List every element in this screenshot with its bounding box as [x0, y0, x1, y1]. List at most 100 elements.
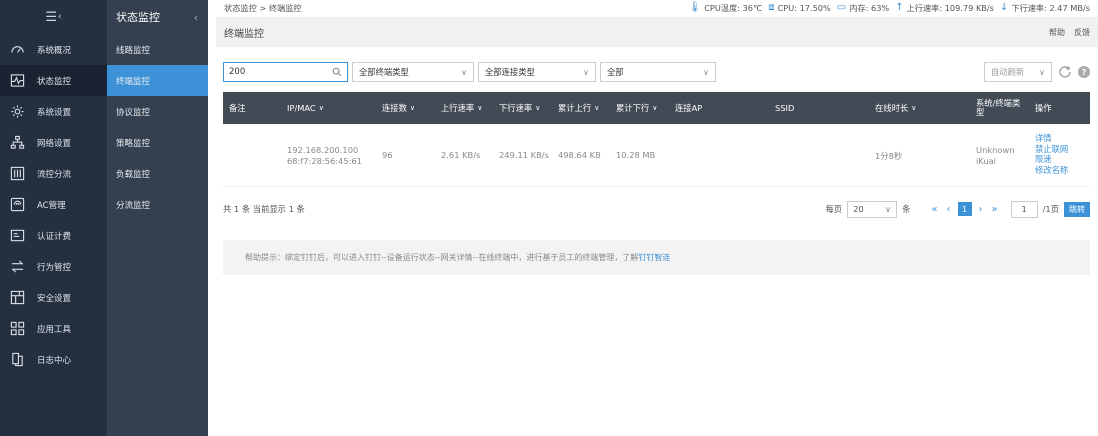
dashboard-icon	[9, 42, 25, 58]
sidebar-item-log-center[interactable]: 日志中心	[0, 344, 107, 375]
subnav-item-protocol-monitor[interactable]: 协议监控	[107, 96, 208, 127]
details-link[interactable]: 详情	[1035, 133, 1068, 144]
chevron-down-icon: ∨	[1039, 67, 1045, 77]
help-icon[interactable]: ?	[1078, 66, 1090, 78]
monitor-icon	[9, 73, 25, 89]
dingtalk-link[interactable]: 钉钉智连	[638, 252, 670, 263]
sidebar-item-label: AC管理	[37, 200, 66, 211]
sidebar-item-overview[interactable]: 系统概况	[0, 34, 107, 65]
log-icon	[9, 352, 25, 368]
sidebar-item-label: 系统设置	[37, 107, 72, 118]
next-page-icon[interactable]: ›	[977, 204, 985, 215]
gear-icon	[9, 104, 25, 120]
search-value: 200	[229, 67, 246, 77]
header-down[interactable]: 下行速率 ∨	[499, 92, 540, 124]
cell-total-up: 498.64 KB	[558, 150, 601, 160]
memory-icon: ▭	[836, 1, 847, 13]
current-page[interactable]: 1	[957, 202, 972, 216]
cell-ipmac: 192.168.200.100 68:f7:28:56:45:61	[287, 145, 362, 166]
goto-button[interactable]: 跳转	[1064, 201, 1090, 217]
cell-down: 249.11 KB/s	[499, 150, 549, 160]
chevron-down-icon: ∨	[884, 204, 892, 214]
search-icon[interactable]	[332, 67, 342, 77]
header-total-down[interactable]: 累计下行 ∨	[616, 92, 657, 124]
sidebar-item-label: 应用工具	[37, 324, 72, 335]
sidebar-item-label: 日志中心	[37, 355, 72, 366]
chevron-down-icon: ∨	[409, 104, 416, 112]
sidebar-item-system-settings[interactable]: 系统设置	[0, 96, 107, 127]
sidebar-item-label: 网络设置	[37, 138, 72, 149]
sidebar-item-app-tools[interactable]: 应用工具	[0, 313, 107, 344]
chevron-down-icon: ∨	[477, 104, 483, 112]
subnav-item-load-monitor[interactable]: 负载监控	[107, 158, 208, 189]
page-title: 终端监控	[224, 28, 264, 40]
rate-limit-link[interactable]: 限速	[1035, 154, 1068, 165]
header-ops: 操作	[1035, 103, 1052, 113]
subnav-item-policy-monitor[interactable]: 策略监控	[107, 127, 208, 158]
arrow-up-icon: ↑	[895, 1, 904, 13]
sidebar-item-behavior-control[interactable]: 行为管控	[0, 251, 107, 282]
connection-type-select[interactable]: 全部连接类型 ∨	[478, 62, 596, 82]
rename-link[interactable]: 修改名称	[1035, 165, 1068, 176]
sub-sidebar-header: 状态监控 ‹	[107, 0, 208, 34]
pagination-summary: 共 1 条 当前显示 1 条	[223, 204, 305, 214]
chevron-down-icon: ∨	[583, 67, 589, 77]
header-online[interactable]: 在线时长 ∨	[875, 92, 916, 124]
chevron-down-icon: ∨	[652, 104, 658, 112]
per-page-label: 每页	[825, 204, 843, 214]
behavior-icon	[9, 259, 25, 275]
header-conns[interactable]: 连接数 ∨	[382, 92, 415, 124]
last-page-icon[interactable]: »	[990, 204, 1000, 215]
feedback-link[interactable]: 反馈	[1074, 27, 1090, 38]
auto-refresh-select[interactable]: 自动刷新 ∨	[984, 62, 1052, 82]
sub-sidebar-title: 状态监控	[116, 11, 160, 24]
header-ipmac[interactable]: IP/MAC ∨	[287, 92, 324, 124]
mac-address: 68:f7:28:56:45:61	[287, 155, 362, 166]
sidebar-item-label: 系统概况	[37, 45, 72, 56]
cell-os: Unknown iKuai	[976, 145, 1015, 166]
per-page-value: 20	[853, 204, 864, 214]
cell-conns: 96	[382, 150, 393, 160]
header-up[interactable]: 上行速率 ∨	[441, 92, 482, 124]
terminal-table: 备注 IP/MAC ∨ 连接数 ∨ 上行速率 ∨ 下行速率 ∨ 累计上行 ∨ 累计下行 ∨ …	[223, 92, 1090, 187]
chevron-down-icon: ∨	[318, 104, 324, 112]
sidebar-item-label: 状态监控	[37, 76, 72, 87]
first-page-icon[interactable]: «	[929, 204, 939, 215]
subnav-item-terminal-monitor[interactable]: 终端监控	[107, 65, 208, 96]
network-icon	[9, 135, 25, 151]
header-remark: 备注	[229, 103, 246, 113]
subnav-item-line-monitor[interactable]: 线路监控	[107, 34, 208, 65]
sidebar-item-network-settings[interactable]: 网络设置	[0, 127, 107, 158]
sidebar-item-status-monitor[interactable]: 状态监控	[0, 65, 107, 96]
subnav-item-split-monitor[interactable]: 分流监控	[107, 189, 208, 220]
sidebar-item-ac-management[interactable]: AC管理	[0, 189, 107, 220]
total-pages: /1页	[1042, 204, 1059, 214]
arrow-down-icon: ↓	[999, 1, 1009, 13]
sidebar-item-auth-billing[interactable]: 认证计费	[0, 220, 107, 251]
chevron-down-icon: ∨	[461, 67, 467, 77]
chevron-down-icon: ∨	[594, 104, 600, 112]
cpu-usage: CPU: 17.50%	[777, 2, 831, 13]
breadcrumb: 状态监控 > 终端监控	[224, 2, 302, 13]
scope-select[interactable]: 全部 ∨	[600, 62, 716, 82]
help-tip-text: 帮助提示：绑定钉钉后，可以进入钉钉--设备运行状态--网关详情--在线终端中，进…	[245, 253, 639, 262]
terminal-type-select[interactable]: 全部终端类型 ∨	[352, 62, 474, 82]
prev-page-icon[interactable]: ‹	[945, 204, 953, 215]
cell-up: 2.61 KB/s	[441, 150, 481, 160]
block-network-link[interactable]: 禁止联网	[1035, 144, 1068, 155]
collapse-menu-icon[interactable]: ☰ ‹	[0, 0, 107, 34]
terminal-type-value: 全部终端类型	[359, 67, 409, 77]
auto-refresh-value: 自动刷新	[991, 67, 1025, 77]
header-total-up[interactable]: 累计上行 ∨	[558, 92, 599, 124]
sidebar-item-security-settings[interactable]: 安全设置	[0, 282, 107, 313]
refresh-controls: 自动刷新 ∨ ?	[984, 62, 1090, 82]
search-input[interactable]: 200	[223, 62, 348, 82]
goto-page-input[interactable]: 1	[1010, 200, 1038, 218]
chevron-down-icon: ∨	[703, 67, 709, 77]
chevron-left-icon[interactable]: ‹	[194, 11, 198, 24]
per-page-select[interactable]: 20 ∨	[847, 200, 898, 218]
refresh-icon[interactable]	[1058, 65, 1072, 79]
help-link[interactable]: 帮助	[1049, 27, 1065, 38]
sidebar-item-label: 行为管控	[37, 262, 72, 273]
sidebar-item-flow-control[interactable]: 流控分流	[0, 158, 107, 189]
